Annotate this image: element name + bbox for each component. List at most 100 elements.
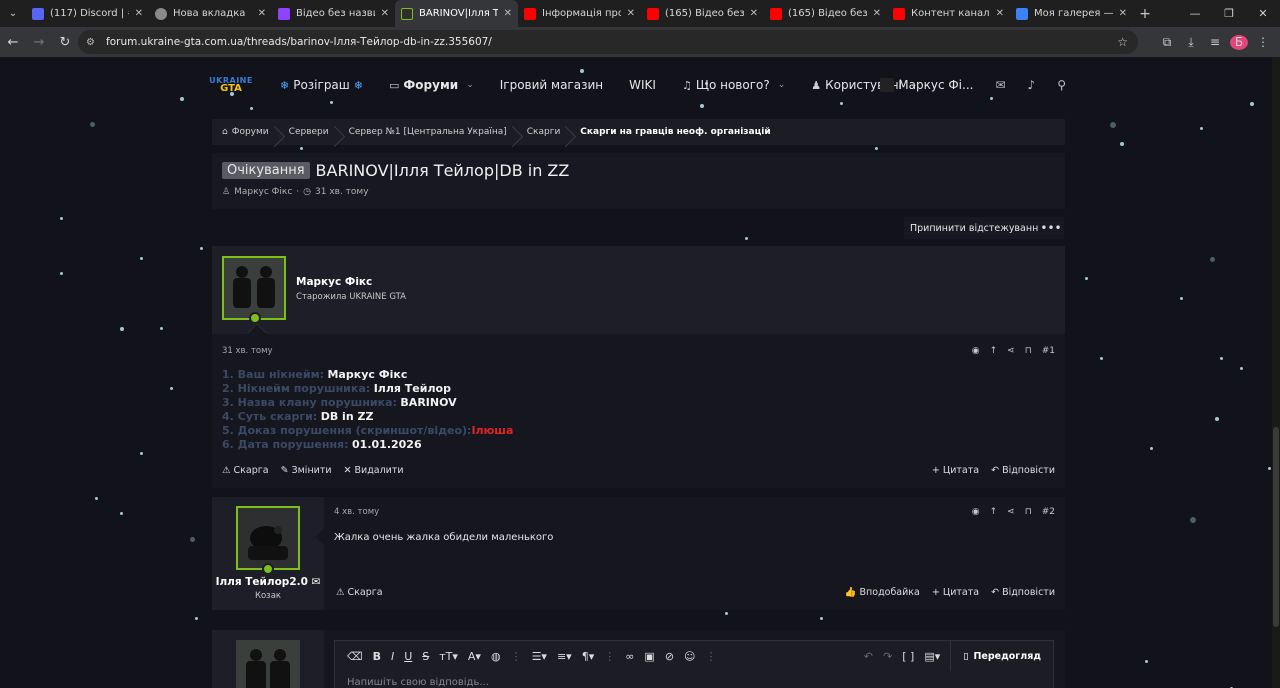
reply-button[interactable]: ↶ Відповісти <box>991 587 1055 598</box>
reload-icon[interactable]: ↻ <box>52 35 78 50</box>
alerts-bell-icon[interactable]: ♪ <box>1028 78 1036 92</box>
back-icon[interactable]: ← <box>0 35 26 50</box>
italic-icon[interactable]: I <box>391 650 394 663</box>
page-scrollbar[interactable] <box>1272 57 1280 688</box>
close-icon[interactable]: ✕ <box>504 8 512 19</box>
post-author-name[interactable]: Маркус Фікс <box>296 276 372 288</box>
font-size-icon[interactable]: ᴛT▾ <box>439 650 458 663</box>
account-menu[interactable]: Маркус Фі... <box>880 78 973 92</box>
nav-whats-new[interactable]: ♫ Що нового? ⌄ <box>682 78 785 92</box>
clear-format-icon[interactable]: ⌫ <box>347 650 363 663</box>
paragraph-icon[interactable]: ¶▾ <box>582 650 595 663</box>
status-badge[interactable]: Очікування <box>222 162 310 179</box>
palette-icon[interactable]: ◍ <box>491 650 501 663</box>
profile-avatar[interactable]: Б <box>1230 34 1248 50</box>
post-number[interactable]: #1 <box>1042 346 1055 356</box>
tab-video-3[interactable]: (165) Відео без назви ✕ <box>764 0 887 27</box>
tab-video-info[interactable]: Інформація про відео ✕ <box>518 0 641 27</box>
strikethrough-icon[interactable]: S <box>422 650 429 663</box>
tab-channel-content[interactable]: Контент каналу - YouTube ✕ <box>887 0 1010 27</box>
reaction-icon[interactable]: ◉ <box>972 346 980 356</box>
bold-icon[interactable]: B <box>373 650 381 663</box>
quote-button[interactable]: + Цитата <box>932 587 979 598</box>
report-button[interactable]: ⚠ Скарга <box>336 587 383 598</box>
nav-wiki[interactable]: WIKI <box>629 78 656 92</box>
reading-list-icon[interactable]: ≡ <box>1206 35 1224 49</box>
extensions-icon[interactable]: ⧉ <box>1158 35 1176 50</box>
thread-time[interactable]: 31 хв. тому <box>315 187 369 197</box>
post-date[interactable]: 31 хв. тому <box>222 346 273 356</box>
drafts-icon[interactable]: ▤▾ <box>924 650 940 663</box>
close-icon[interactable]: ✕ <box>381 8 389 19</box>
bookmark-star-icon[interactable]: ☆ <box>1117 35 1128 49</box>
forward-icon[interactable]: → <box>26 35 52 50</box>
minimize-icon[interactable]: — <box>1178 7 1212 20</box>
url-input[interactable]: ⚙ forum.ukraine-gta.com.ua/threads/barin… <box>78 30 1138 54</box>
scrollbar-thumb[interactable] <box>1273 427 1279 627</box>
close-icon[interactable]: ✕ <box>750 8 758 19</box>
breadcrumb-servers[interactable]: Сервери <box>279 127 339 137</box>
chevron-down-icon[interactable]: ⌄ <box>466 80 474 90</box>
tab-new-tab[interactable]: Нова вкладка ✕ <box>149 0 272 27</box>
close-icon[interactable]: ✕ <box>258 8 266 19</box>
close-window-icon[interactable]: ✕ <box>1246 7 1280 20</box>
breadcrumb-complaints[interactable]: Скарги <box>517 127 571 137</box>
breadcrumb-server-1[interactable]: Сервер №1 [Центральна Україна] <box>339 127 517 137</box>
download-icon[interactable]: ⤓ <box>1182 35 1200 50</box>
like-button[interactable]: 👍 Вподобайка <box>845 587 920 598</box>
avatar[interactable] <box>236 506 300 570</box>
more-options-button[interactable]: ••• <box>1038 217 1064 239</box>
post-author-name[interactable]: Ілля Тейлор2.0 ✉ <box>212 576 324 588</box>
tab-gallery[interactable]: Моя галерея — Posts ✕ <box>1010 0 1133 27</box>
nav-game-shop[interactable]: Ігровий магазин <box>500 78 603 92</box>
bookmark-icon[interactable]: ⊓ <box>1025 507 1032 517</box>
redo-icon[interactable]: ↷ <box>883 650 892 663</box>
arrow-up-icon[interactable]: ↑ <box>990 507 998 517</box>
emoji-icon[interactable]: ☺ <box>684 650 695 663</box>
link-icon[interactable]: ∞ <box>625 650 634 663</box>
image-icon[interactable]: ▣ <box>644 650 654 663</box>
delete-button[interactable]: ✕ Видалити <box>344 465 404 476</box>
share-icon[interactable]: ⋖ <box>1007 346 1015 356</box>
close-icon[interactable]: ✕ <box>627 8 635 19</box>
bookmark-icon[interactable]: ⊓ <box>1025 346 1032 356</box>
font-color-icon[interactable]: A▾ <box>468 650 481 663</box>
tab-video-2[interactable]: (165) Відео без назви ✕ <box>641 0 764 27</box>
nav-giveaway[interactable]: ❄ Розіграш ❄ <box>280 78 363 92</box>
close-icon[interactable]: ✕ <box>135 8 143 19</box>
breadcrumb-current[interactable]: Скарги на гравців неоф. організацій <box>570 127 780 137</box>
reply-button[interactable]: ↶ Відповісти <box>991 465 1055 476</box>
preview-button[interactable]: ▯ Передогляд <box>950 641 1053 671</box>
more-icon[interactable]: ⋮ <box>604 650 615 663</box>
inbox-icon[interactable]: ✉ <box>995 78 1005 92</box>
quote-button[interactable]: + Цитата <box>932 465 979 476</box>
report-button[interactable]: ⚠ Скарга <box>222 465 269 476</box>
tab-discord[interactable]: (117) Discord | # ✕ <box>26 0 149 27</box>
reply-editor[interactable]: ⌫ B I U S ᴛT▾ A▾ ◍ ⋮ ☰▾ ≡▾ ¶▾ ⋮ ∞ ▣ ⊘ ☺ … <box>334 640 1054 688</box>
new-tab-icon[interactable]: + <box>1133 6 1157 22</box>
close-icon[interactable]: ✕ <box>996 8 1004 19</box>
tab-thread-active[interactable]: BARINOV|Ілля Тейлор ✕ <box>395 0 518 27</box>
avatar[interactable] <box>222 256 286 320</box>
underline-icon[interactable]: U <box>404 650 412 663</box>
close-icon[interactable]: ✕ <box>873 8 881 19</box>
post-date[interactable]: 4 хв. тому <box>334 507 379 517</box>
breadcrumb-forums[interactable]: ⌂ Форуми <box>212 127 279 137</box>
close-icon[interactable]: ✕ <box>1119 8 1127 19</box>
undo-icon[interactable]: ↶ <box>864 650 873 663</box>
chevron-down-icon[interactable]: ⌄ <box>778 80 786 90</box>
share-icon[interactable]: ⋖ <box>1007 507 1015 517</box>
bbcode-icon[interactable]: [ ] <box>902 650 914 663</box>
unwatch-button[interactable]: Припинити відстежування <box>904 217 1050 239</box>
maximize-icon[interactable]: ❐ <box>1212 7 1246 20</box>
post-number[interactable]: #2 <box>1042 507 1055 517</box>
tab-search-icon[interactable]: ⌄ <box>0 0 26 27</box>
edit-button[interactable]: ✎ Змінити <box>281 465 332 476</box>
nav-forums[interactable]: ▭ Форуми ⌄ <box>389 78 474 92</box>
arrow-up-icon[interactable]: ↑ <box>990 346 998 356</box>
tab-video-1[interactable]: Відео без назви ✕ <box>272 0 395 27</box>
more-icon[interactable]: ⋮ <box>511 650 522 663</box>
reaction-icon[interactable]: ◉ <box>972 507 980 517</box>
site-logo[interactable]: UKRAINE GTA <box>206 72 256 98</box>
browser-menu-icon[interactable]: ⋮ <box>1254 35 1272 49</box>
